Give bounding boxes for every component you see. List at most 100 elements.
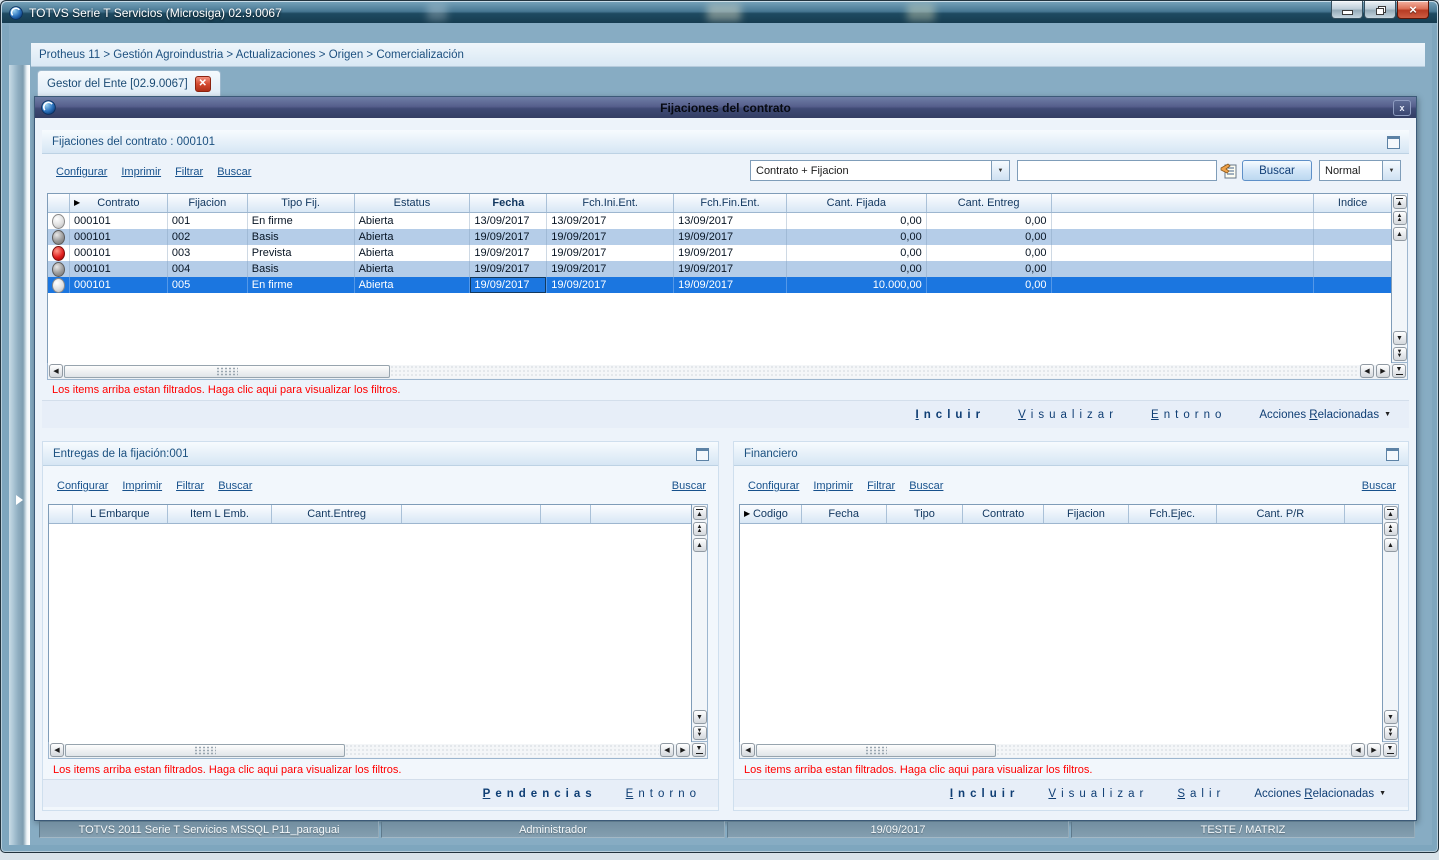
panel-maximize-icon[interactable] <box>1387 136 1400 149</box>
scroll-down-button[interactable]: ▼ <box>1383 710 1398 724</box>
scroll-left-button[interactable]: ◀ <box>660 743 674 757</box>
column-fch-ini-ent[interactable]: Fch.Ini.Ent. <box>547 194 675 212</box>
scroll-up-button[interactable]: ▲ <box>692 538 707 552</box>
column-cant-fijada[interactable]: Cant. Fijada <box>787 194 927 212</box>
incluir-button[interactable]: Incluir <box>916 409 981 421</box>
acciones-relacionadas-button[interactable]: Acciones Relacionadas ▼ <box>1254 788 1386 800</box>
table-row[interactable]: 000101 003 Prevista Abierta 19/09/2017 1… <box>48 245 1391 261</box>
column-blank[interactable] <box>402 505 542 523</box>
pendencias-button[interactable]: Pendencias <box>483 788 592 800</box>
column-codigo[interactable]: ▶ Codigo <box>740 505 802 523</box>
scrollbar-thumb[interactable] <box>756 743 996 757</box>
scroll-up-button[interactable]: ▲ <box>1392 227 1407 241</box>
column-tipo-fij[interactable]: Tipo Fij. <box>248 194 355 212</box>
visualizar-button[interactable]: Visualizar <box>1048 788 1143 800</box>
combo-dropdown-icon[interactable]: ▼ <box>1382 161 1400 180</box>
scroll-down-button[interactable]: ▼ <box>692 710 707 724</box>
scroll-left-button[interactable]: ◀ <box>50 743 64 757</box>
search-mode-combo[interactable]: Normal ▼ <box>1319 160 1401 181</box>
search-index-combo[interactable]: Contrato + Fijacion ▼ <box>750 160 1010 181</box>
scroll-right-button[interactable]: ▶ <box>1376 364 1390 378</box>
configurar-link[interactable]: Configurar <box>56 166 107 178</box>
configurar-link[interactable]: Configurar <box>748 480 799 492</box>
imprimir-link[interactable]: Imprimir <box>121 166 161 178</box>
scrollbar-thumb[interactable] <box>65 743 345 757</box>
scroll-last-button[interactable]: ▼ <box>692 743 706 757</box>
sidebar-collapsed-strip[interactable] <box>9 65 30 845</box>
imprimir-link[interactable]: Imprimir <box>813 480 853 492</box>
buscar-right-link[interactable]: Buscar <box>672 480 706 492</box>
scroll-first-button[interactable]: ▲ <box>1383 506 1398 520</box>
buscar-link[interactable]: Buscar <box>909 480 943 492</box>
table-row[interactable]: 000101 002 Basis Abierta 19/09/2017 19/0… <box>48 229 1391 245</box>
scroll-right-button[interactable]: ▶ <box>676 743 690 757</box>
vertical-scrollbar[interactable]: ▲ ▲ ▲ ▲ ▼ ▼ ▼ <box>692 504 708 742</box>
scroll-page-up-button[interactable]: ▲ ▲ <box>1383 522 1398 536</box>
horizontal-scrollbar[interactable]: ◀ ◀ ▶ ▼ <box>47 363 1408 380</box>
table-row[interactable]: 000101 001 En firme Abierta 13/09/2017 1… <box>48 213 1391 229</box>
column-status[interactable] <box>48 194 70 212</box>
table-row-selected[interactable]: 000101 005 En firme Abierta 19/09/2017 1… <box>48 277 1391 293</box>
scroll-page-down-button[interactable]: ▼ ▼ <box>1383 726 1398 740</box>
column-blank[interactable] <box>49 505 73 523</box>
scroll-page-down-button[interactable]: ▼ ▼ <box>1392 347 1407 361</box>
search-assist-icon[interactable] <box>1219 161 1238 181</box>
scrollbar-track[interactable] <box>996 743 1350 757</box>
scroll-page-up-button[interactable]: ▲ ▲ <box>692 522 707 536</box>
tab-gestor-del-ente[interactable]: Gestor del Ente [02.9.0067] ✕ <box>37 70 221 96</box>
column-item-l-emb[interactable]: Item L Emb. <box>168 505 273 523</box>
scroll-left-button[interactable]: ◀ <box>1351 743 1365 757</box>
sidebar-expand-arrow-icon[interactable] <box>16 495 23 505</box>
column-fecha[interactable]: Fecha <box>470 194 548 212</box>
scroll-up-button[interactable]: ▲ <box>1383 538 1398 552</box>
restore-button[interactable] <box>1364 1 1396 19</box>
scroll-left-button[interactable]: ◀ <box>49 364 63 378</box>
salir-button[interactable]: Salir <box>1177 788 1220 800</box>
incluir-button[interactable]: Incluir <box>950 788 1015 800</box>
horizontal-scrollbar[interactable]: ◀ ◀ ▶ ▼ <box>739 742 1399 759</box>
column-fijacion[interactable]: Fijacion <box>168 194 248 212</box>
column-blank[interactable] <box>591 505 691 523</box>
scroll-first-button[interactable]: ▲ <box>1392 195 1407 209</box>
column-tipo[interactable]: Tipo <box>887 505 964 523</box>
entorno-button[interactable]: Entorno <box>1151 409 1221 421</box>
panel-maximize-icon[interactable] <box>1386 448 1399 461</box>
column-fecha[interactable]: Fecha <box>802 505 887 523</box>
table-row[interactable]: 000101 004 Basis Abierta 19/09/2017 19/0… <box>48 261 1391 277</box>
search-input[interactable] <box>1017 160 1217 181</box>
acciones-relacionadas-button[interactable]: Acciones Relacionadas ▼ <box>1259 409 1391 421</box>
horizontal-scrollbar[interactable]: ◀ ◀ ▶ ▼ <box>48 742 708 759</box>
entorno-button[interactable]: Entorno <box>626 788 696 800</box>
buscar-link[interactable]: Buscar <box>217 166 251 178</box>
buscar-link[interactable]: Buscar <box>218 480 252 492</box>
scrollbar-thumb[interactable] <box>64 364 390 378</box>
scroll-right-button[interactable]: ▶ <box>1367 743 1381 757</box>
column-fch-ejec[interactable]: Fch.Ejec. <box>1129 505 1217 523</box>
column-blank[interactable] <box>541 505 592 523</box>
scrollbar-track[interactable] <box>390 364 1359 378</box>
column-estatus[interactable]: Estatus <box>355 194 471 212</box>
dialog-close-button[interactable]: x <box>1393 100 1411 116</box>
scrollbar-track[interactable] <box>345 743 659 757</box>
column-cant-pr[interactable]: Cant. P/R <box>1217 505 1346 523</box>
close-button[interactable]: × <box>1397 1 1429 19</box>
minimize-button[interactable] <box>1331 1 1363 19</box>
column-fch-fin-ent[interactable]: Fch.Fin.Ent. <box>674 194 787 212</box>
column-contrato[interactable]: ▶ Contrato <box>70 194 168 212</box>
filtrar-link[interactable]: Filtrar <box>867 480 895 492</box>
column-blank[interactable] <box>1052 194 1315 212</box>
tab-close-icon[interactable]: ✕ <box>194 75 211 92</box>
scroll-left-button[interactable]: ◀ <box>1360 364 1374 378</box>
column-contrato[interactable]: Contrato <box>963 505 1045 523</box>
column-fijacion[interactable]: Fijacion <box>1044 505 1129 523</box>
scroll-last-button[interactable]: ▼ <box>1392 364 1406 378</box>
scroll-first-button[interactable]: ▲ <box>692 506 707 520</box>
visualizar-button[interactable]: Visualizar <box>1018 409 1113 421</box>
column-cant-entreg[interactable]: Cant. Entreg <box>927 194 1052 212</box>
filter-notice[interactable]: Los items arriba estan filtrados. Haga c… <box>53 764 401 776</box>
scroll-page-up-button[interactable]: ▲ ▲ <box>1392 211 1407 225</box>
filter-notice[interactable]: Los items arriba estan filtrados. Haga c… <box>52 384 400 396</box>
buscar-right-link[interactable]: Buscar <box>1362 480 1396 492</box>
column-l-embarque[interactable]: L Embarque <box>73 505 168 523</box>
column-indice[interactable]: Indice <box>1314 194 1391 212</box>
